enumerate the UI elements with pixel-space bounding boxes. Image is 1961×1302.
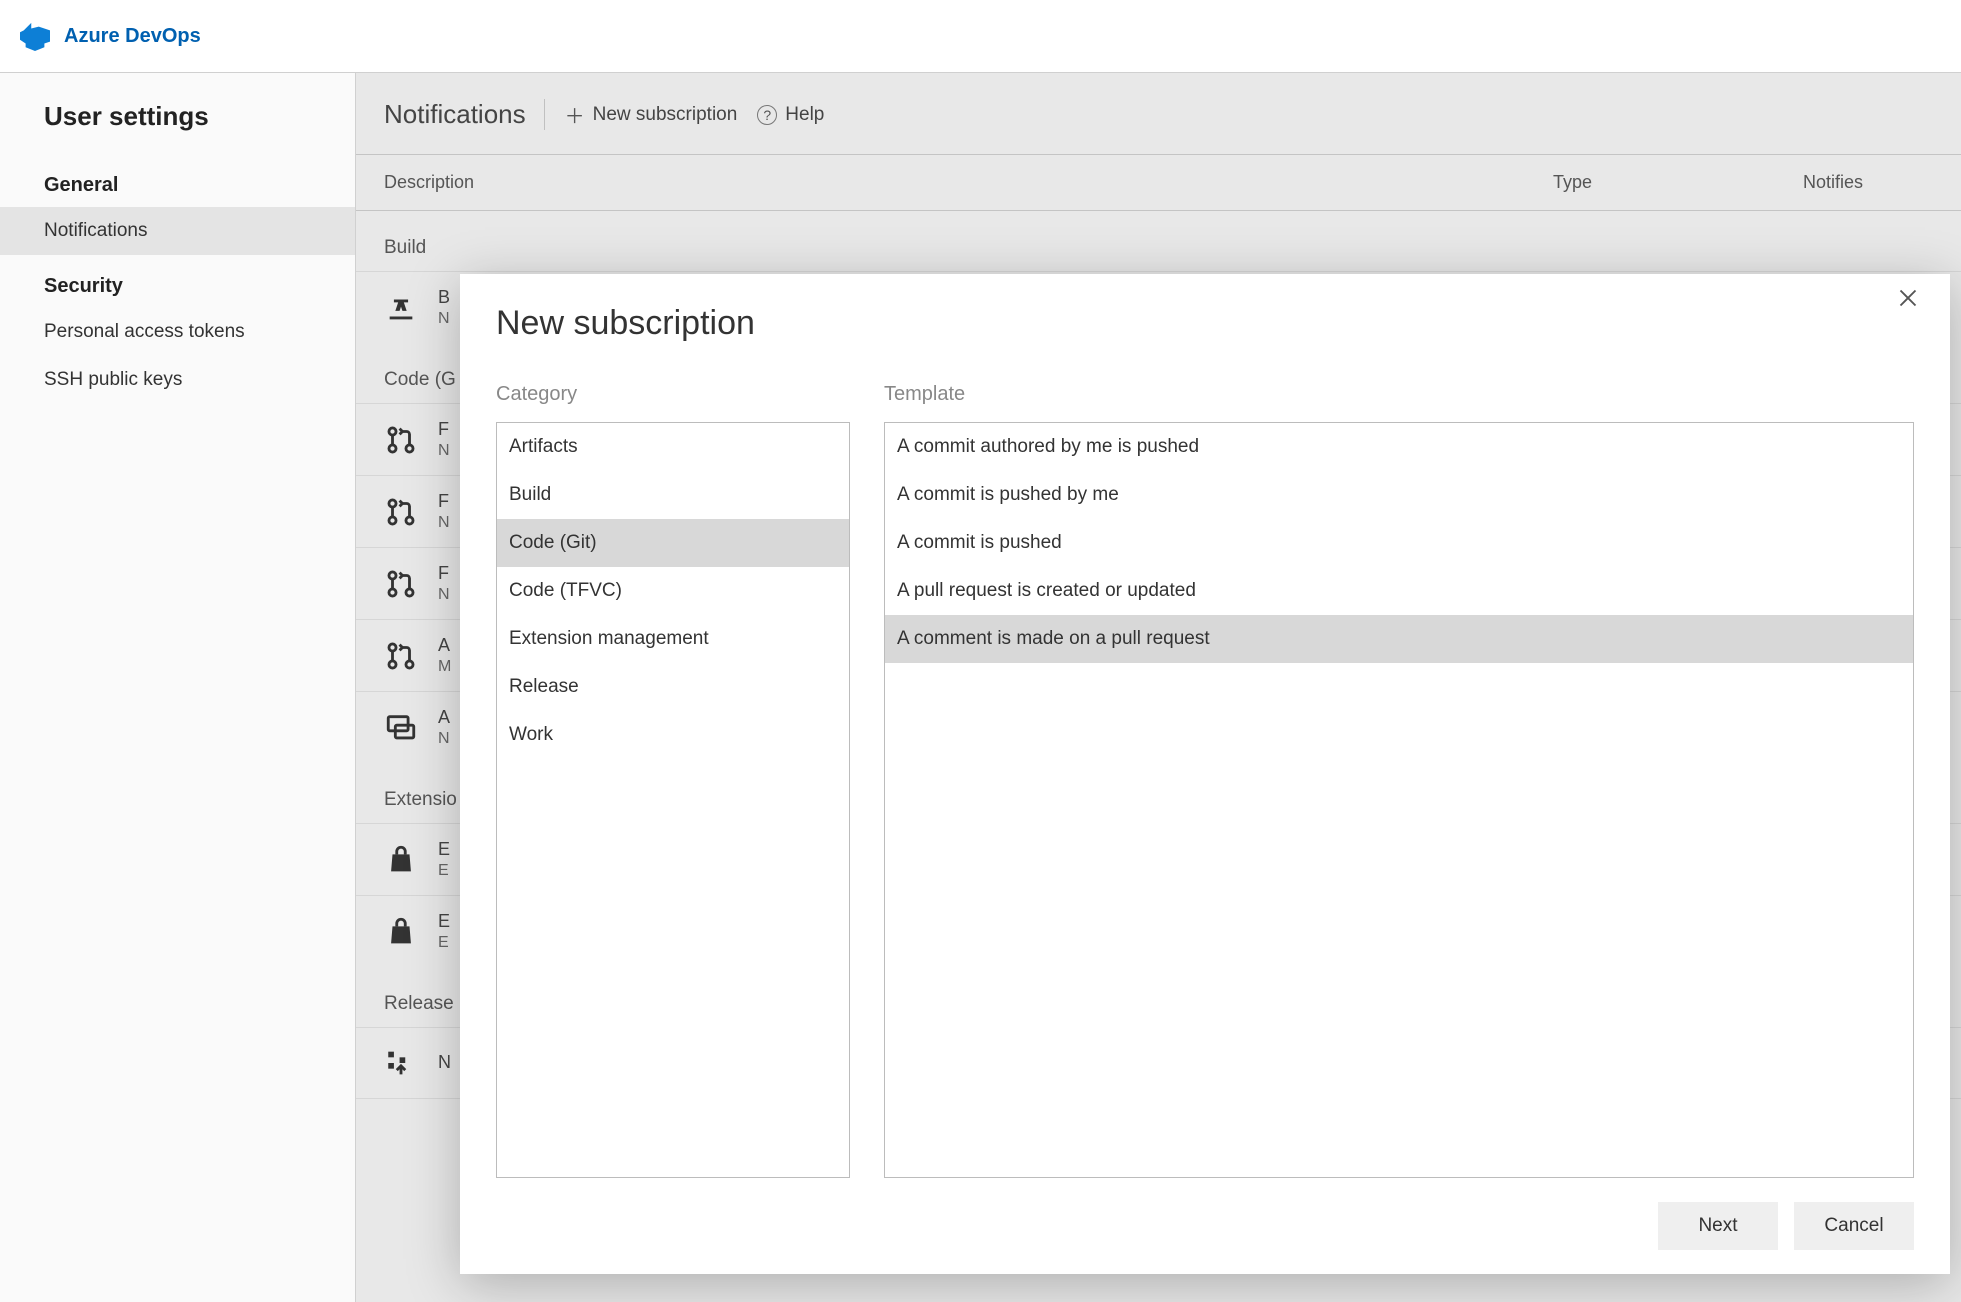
section-build: Build — [356, 211, 1961, 271]
row-text: FN — [438, 419, 450, 460]
chat-icon — [384, 711, 418, 745]
category-item-artifacts[interactable]: Artifacts — [497, 423, 849, 471]
new-subscription-dialog: New subscription Category Artifacts Buil… — [460, 274, 1950, 1274]
close-icon — [1898, 288, 1918, 308]
template-item-commit-pushed-by-me[interactable]: A commit is pushed by me — [885, 471, 1913, 519]
template-item-pr-created-updated[interactable]: A pull request is created or updated — [885, 567, 1913, 615]
page-toolbar: Notifications ＋ New subscription ? Help — [356, 83, 1961, 155]
category-item-build[interactable]: Build — [497, 471, 849, 519]
azure-devops-icon — [20, 21, 50, 51]
page-title: Notifications — [384, 99, 545, 130]
help-label: Help — [785, 104, 824, 126]
category-item-extension-management[interactable]: Extension management — [497, 615, 849, 663]
sidebar-item-ssh-public-keys[interactable]: SSH public keys — [0, 356, 355, 404]
category-item-work[interactable]: Work — [497, 711, 849, 759]
cancel-button[interactable]: Cancel — [1794, 1202, 1914, 1250]
dialog-footer: Next Cancel — [496, 1202, 1914, 1250]
sidebar-title: User settings — [0, 101, 355, 154]
category-item-code-tfvc[interactable]: Code (TFVC) — [497, 567, 849, 615]
bag-icon — [384, 915, 418, 949]
dialog-body: Category Artifacts Build Code (Git) Code… — [496, 383, 1914, 1178]
release-icon — [384, 1046, 418, 1080]
template-label: Template — [884, 383, 1914, 406]
sidebar-item-notifications[interactable]: Notifications — [0, 207, 355, 255]
row-text: FN — [438, 491, 450, 532]
template-item-comment-on-pr[interactable]: A comment is made on a pull request — [885, 615, 1913, 663]
col-description: Description — [384, 172, 1553, 193]
row-text: N — [438, 1052, 451, 1074]
col-notifies: Notifies — [1803, 172, 1933, 193]
category-label: Category — [496, 383, 850, 406]
sidebar-heading-general: General — [0, 154, 355, 207]
pull-request-icon — [384, 495, 418, 529]
sidebar: User settings General Notifications Secu… — [0, 73, 356, 1302]
row-text: AM — [438, 635, 451, 676]
template-list: A commit authored by me is pushed A comm… — [884, 422, 1914, 1178]
category-panel: Category Artifacts Build Code (Git) Code… — [496, 383, 850, 1178]
col-type: Type — [1553, 172, 1803, 193]
row-text: AN — [438, 707, 450, 748]
plus-icon: ＋ — [565, 100, 585, 129]
row-text: EE — [438, 911, 450, 952]
next-button[interactable]: Next — [1658, 1202, 1778, 1250]
category-item-release[interactable]: Release — [497, 663, 849, 711]
template-item-commit-pushed[interactable]: A commit is pushed — [885, 519, 1913, 567]
help-icon: ? — [757, 105, 777, 125]
pull-request-icon — [384, 639, 418, 673]
row-text: EE — [438, 839, 450, 880]
pull-request-icon — [384, 567, 418, 601]
category-list: Artifacts Build Code (Git) Code (TFVC) E… — [496, 422, 850, 1178]
new-subscription-label: New subscription — [593, 104, 738, 126]
row-text: FN — [438, 563, 450, 604]
help-button[interactable]: ? Help — [757, 104, 824, 126]
build-icon — [384, 291, 418, 325]
table-header: Description Type Notifies — [356, 155, 1961, 211]
top-header: Azure DevOps — [0, 0, 1961, 73]
template-item-commit-authored-pushed[interactable]: A commit authored by me is pushed — [885, 423, 1913, 471]
close-button[interactable] — [1898, 288, 1930, 320]
category-item-code-git[interactable]: Code (Git) — [497, 519, 849, 567]
sidebar-item-personal-access-tokens[interactable]: Personal access tokens — [0, 308, 355, 356]
row-text: B N — [438, 287, 450, 328]
dialog-title: New subscription — [496, 304, 1914, 343]
template-panel: Template A commit authored by me is push… — [884, 383, 1914, 1178]
new-subscription-button[interactable]: ＋ New subscription — [565, 100, 738, 129]
sidebar-heading-security: Security — [0, 255, 355, 308]
brand-text[interactable]: Azure DevOps — [64, 25, 201, 48]
bag-icon — [384, 843, 418, 877]
pull-request-icon — [384, 423, 418, 457]
